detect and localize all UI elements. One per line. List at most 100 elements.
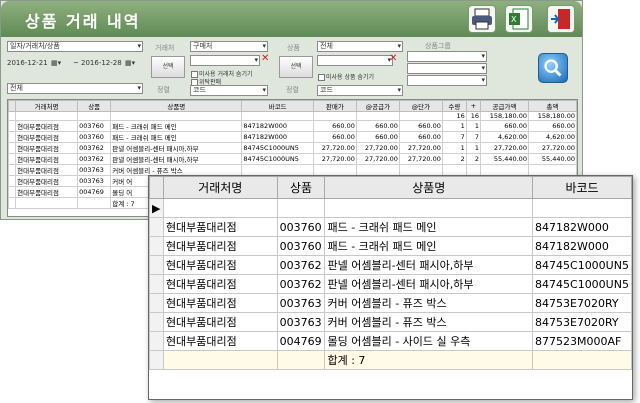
column-header[interactable]: 상품명 — [110, 100, 243, 112]
column-header[interactable]: 상품 — [276, 176, 326, 199]
table-cell: 003763 — [77, 175, 112, 187]
group-select-1[interactable] — [407, 51, 487, 62]
row-indicator — [149, 293, 164, 313]
hide-unused-products[interactable]: 미사용 상품 숨기기 — [318, 72, 374, 81]
table-cell — [355, 164, 400, 176]
table-row[interactable]: 현대부품대리점 004769 몰딩 어셈블리 - 사이드 실 우측 877523M00… — [149, 331, 632, 351]
table-cell: 84745C1000UN5 — [532, 274, 632, 294]
table-row[interactable]: 현대부품대리점 003760 패드 - 크래쉬 패드 메인 847182W000 — [149, 236, 632, 256]
new-row[interactable]: ▶ — [149, 198, 632, 218]
table-cell: 판넬 어셈블리-센터 패시아,하부 — [324, 255, 534, 275]
product-group-label: 상품그룹 — [425, 42, 451, 50]
summary-cell — [312, 111, 357, 121]
client-label: 거래처 — [155, 44, 175, 52]
table-cell: 2 — [441, 153, 467, 165]
empty-cell[interactable] — [532, 198, 632, 218]
empty-cell[interactable] — [276, 198, 326, 218]
client-sort-label: 정렬 — [157, 86, 170, 94]
column-header[interactable]: 상품 — [77, 100, 112, 112]
row-indicator — [149, 274, 164, 294]
column-header[interactable]: 거래처명 — [162, 176, 278, 199]
calendar-to-icon[interactable]: ▦▾ — [125, 59, 135, 67]
client-select-button[interactable]: 선택 — [151, 56, 185, 78]
client-clear-icon[interactable]: ✕ — [261, 53, 269, 64]
table-cell: 660.00 — [355, 120, 400, 132]
search-button[interactable] — [538, 53, 568, 83]
total-cell — [162, 350, 278, 370]
product-label: 상품 — [287, 44, 300, 52]
table-cell: 27,720.00 — [398, 153, 443, 165]
date-to[interactable]: 2016-12-28 — [81, 59, 122, 67]
column-header[interactable]: 판매가 — [312, 100, 357, 112]
table-cell: 27,720.00 — [312, 153, 357, 165]
column-header[interactable]: 수량 — [441, 100, 467, 112]
row-indicator — [8, 131, 17, 143]
table-row[interactable]: 현대부품대리점 003760 패드 - 크래쉬 패드 메인 847182W000 — [149, 217, 632, 237]
table-row[interactable]: 현대부품대리점 003762 판넬 어셈블리-센터 패시아,하부 84745C1000… — [8, 142, 577, 154]
table-cell: 커버 어셈블리 - 퓨즈 박스 — [324, 293, 534, 313]
table-cell: 004769 — [276, 331, 326, 351]
calendar-from-icon[interactable]: ▦▾ — [51, 59, 61, 67]
table-cell: 003763 — [276, 312, 326, 332]
table-row[interactable]: 현대부품대리점 003760 패드 - 크래쉬 패드 메인 847182W000 660… — [8, 131, 577, 143]
excel-export-button[interactable]: X — [505, 5, 533, 33]
column-header[interactable]: @공급가 — [355, 100, 400, 112]
row-indicator — [149, 331, 164, 351]
table-cell: 847182W000 — [241, 131, 314, 143]
table-cell: 커버 어셈블리 - 퓨즈 박스 — [324, 312, 534, 332]
column-header[interactable]: 상품명 — [324, 176, 534, 199]
print-button[interactable] — [468, 5, 496, 33]
table-row[interactable]: 현대부품대리점 003760 패드 - 크래쉬 패드 메인 847182W000 660… — [8, 120, 577, 132]
column-header[interactable]: 총액 — [527, 100, 577, 112]
range-sep: ~ — [73, 59, 79, 67]
column-header[interactable]: + — [465, 100, 482, 112]
product-select[interactable]: 전체 — [317, 41, 403, 52]
current-row-indicator: ▶ — [149, 198, 164, 218]
table-cell: 몰딩 어셈블리 - 사이드 실 우측 — [324, 331, 534, 351]
excel-icon: X — [509, 8, 529, 30]
table-cell: 패드 - 크래쉬 패드 메인 — [110, 120, 243, 132]
table-cell: 패드 - 크래쉬 패드 메인 — [324, 236, 534, 256]
table-cell: 1 — [441, 120, 467, 132]
table-row[interactable]: 현대부품대리점 003762 판넬 어셈블리-센터 패시아,하부 84745C1000… — [8, 153, 577, 165]
product-sort-select[interactable]: 코드 — [317, 85, 403, 96]
summary-cell — [241, 111, 314, 121]
group-select-3[interactable] — [407, 75, 487, 86]
table-cell: 003760 — [77, 131, 112, 143]
client-select[interactable]: 구매처 — [190, 41, 268, 52]
column-header[interactable]: 거래처명 — [15, 100, 79, 112]
table-cell — [441, 164, 467, 176]
product-sort-label: 정렬 — [286, 86, 299, 94]
table-row[interactable]: 현대부품대리점 003763 커버 어셈블리 - 퓨즈 박스 84753E7020RY — [149, 312, 632, 332]
client-sort-select[interactable]: 코드 — [190, 85, 268, 96]
date-from[interactable]: 2016-12-21 — [7, 59, 48, 67]
table-cell: 4,620.00 — [527, 131, 577, 143]
product-select-button[interactable]: 선택 — [279, 56, 313, 78]
criteria-select[interactable]: 일자/거래처/상품 — [7, 41, 143, 52]
column-header[interactable]: 공급가액 — [480, 100, 529, 112]
table-cell: 1 — [465, 120, 482, 132]
exit-button[interactable] — [547, 5, 575, 33]
scope-select[interactable]: 전체 — [7, 83, 143, 94]
table-cell: 84745C1000UN5 — [532, 255, 632, 275]
table-cell: 현대부품대리점 — [162, 217, 278, 237]
client-input[interactable] — [190, 55, 260, 66]
row-indicator — [149, 236, 164, 256]
row-indicator — [149, 312, 164, 332]
table-row[interactable]: 현대부품대리점 003763 커버 어셈블리 - 퓨즈 박스 84753E7020RY — [149, 293, 632, 313]
summary-cell: 16 — [465, 111, 482, 121]
column-header[interactable]: @단가 — [398, 100, 443, 112]
product-input[interactable] — [317, 55, 393, 66]
product-clear-icon[interactable]: ✕ — [389, 53, 397, 64]
table-cell: 003763 — [276, 293, 326, 313]
table-row[interactable]: 현대부품대리점 003762 판넬 어셈블리-센터 패시아,하부 84745C1000… — [149, 255, 632, 275]
empty-cell[interactable] — [324, 198, 534, 218]
column-header[interactable]: 바코드 — [532, 176, 632, 199]
table-row[interactable]: 현대부품대리점 003763 커버 어셈블리 - 퓨즈 박스 — [8, 164, 577, 176]
empty-cell[interactable] — [162, 198, 278, 218]
column-header[interactable]: 바코드 — [241, 100, 314, 112]
table-cell: 현대부품대리점 — [15, 120, 79, 132]
table-row[interactable]: 현대부품대리점 003762 판넬 어셈블리-센터 패시아,하부 84745C1000… — [149, 274, 632, 294]
group-select-2[interactable] — [407, 63, 487, 74]
summary-cell — [355, 111, 400, 121]
